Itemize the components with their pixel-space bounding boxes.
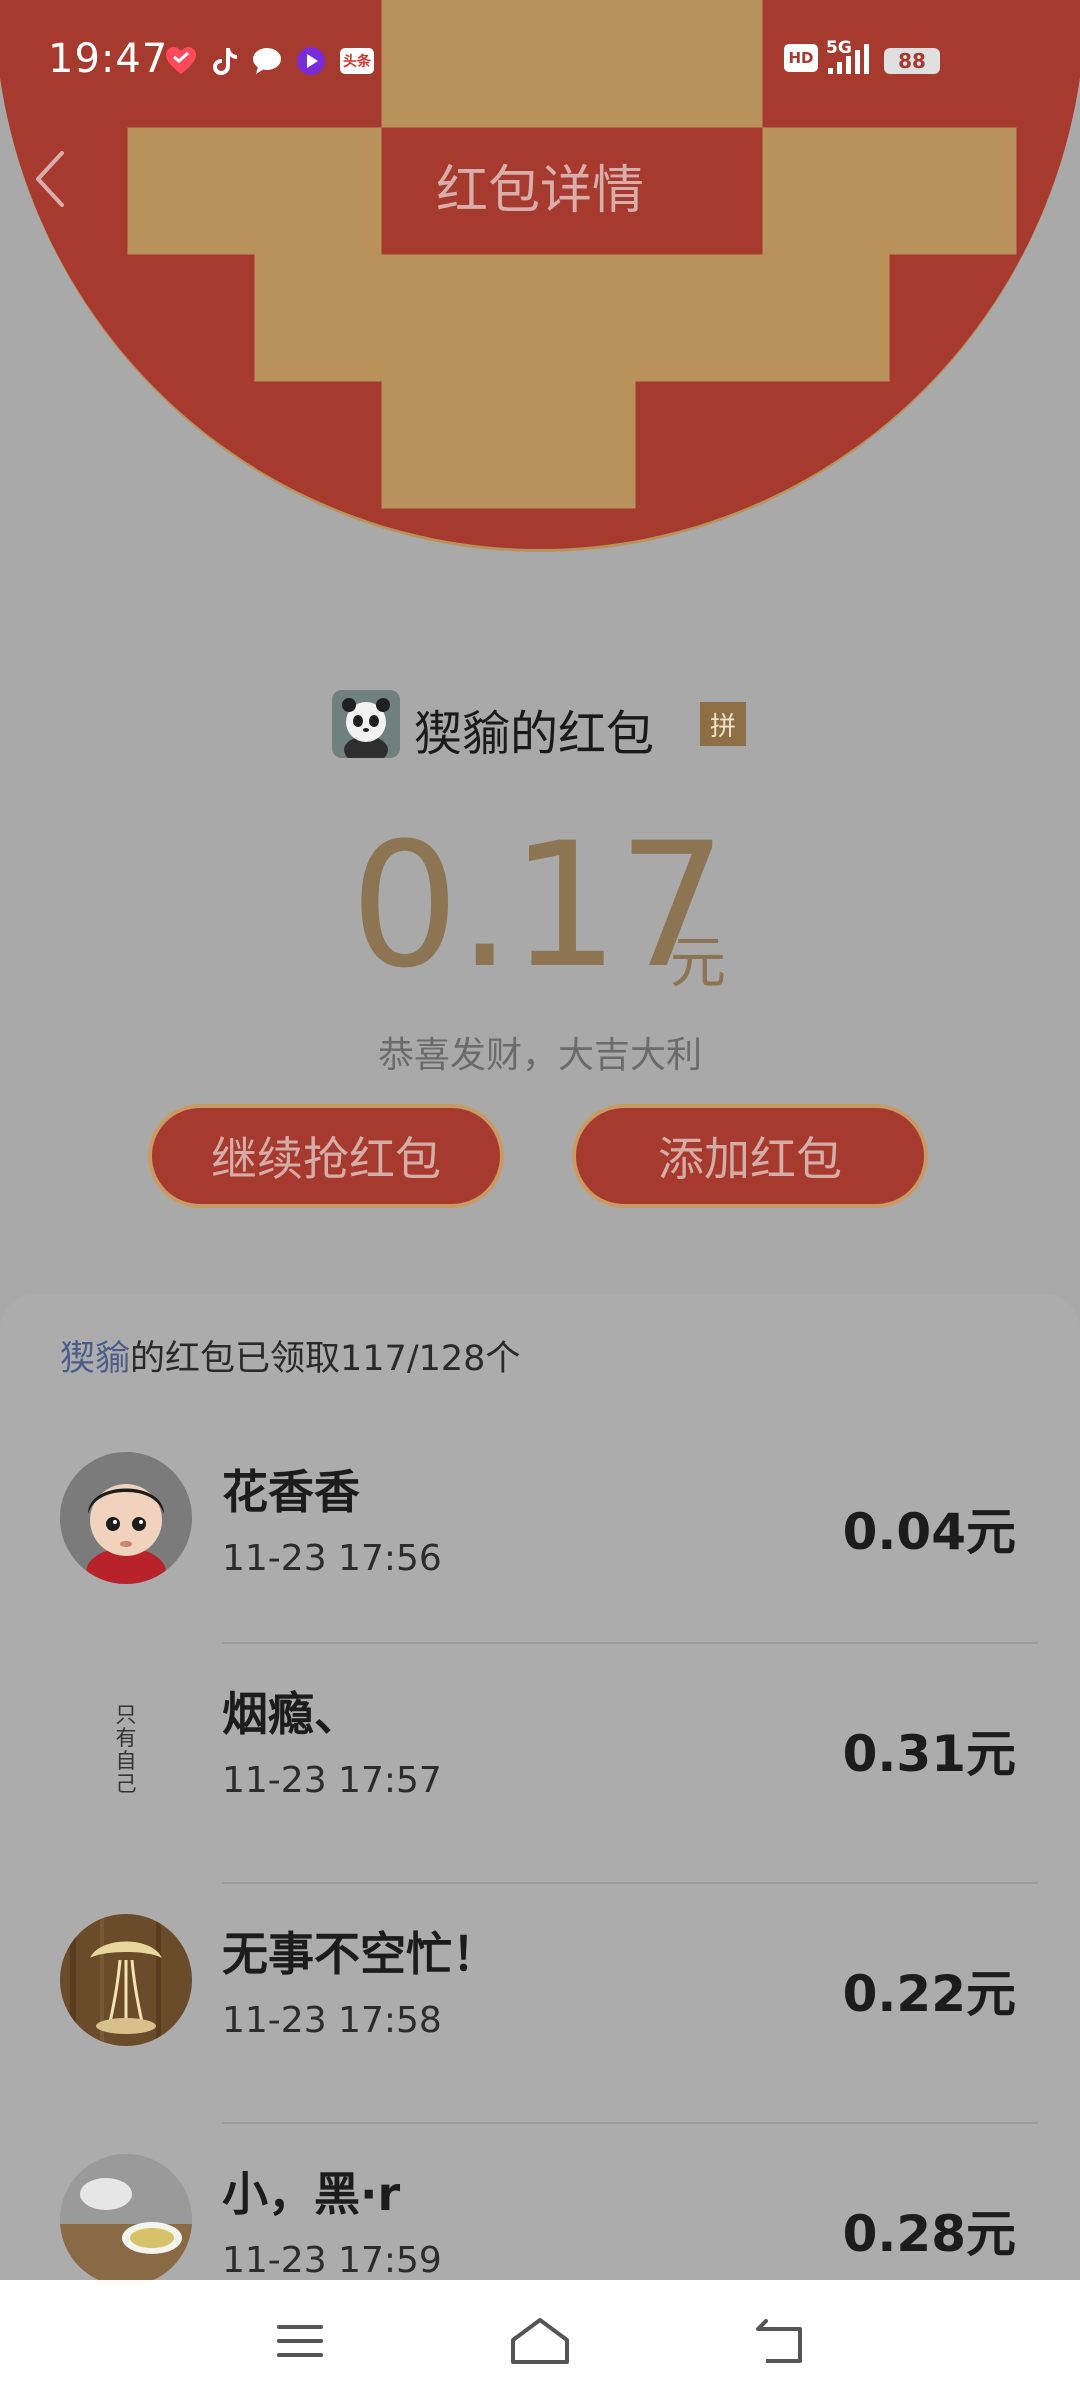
toutiao-icon: 头条 (340, 48, 374, 74)
signal-icon: 5G (826, 38, 876, 76)
calligraphy-avatar: 只有自己 (60, 1674, 192, 1806)
row-divider (222, 1882, 1038, 1884)
record-amount: 0.31元 (842, 1725, 1016, 1783)
records-summary: 猰貐的红包已领取117/128个 (60, 1330, 520, 1381)
record-time: 11-23 17:58 (222, 2000, 442, 2041)
record-time: 11-23 17:59 (222, 2240, 442, 2281)
status-time: 19:47 (48, 36, 169, 82)
amount-unit: 元 (670, 931, 726, 996)
menu-icon (277, 2325, 323, 2357)
record-row[interactable]: 只有自己 烟瘾、 11-23 17:57 0.31元 (0, 1642, 1080, 1882)
battery-level: 88 (898, 49, 926, 73)
continue-grab-button[interactable]: 继续抢红包 (148, 1104, 504, 1208)
toutiao-icon-label: 头条 (343, 54, 371, 70)
add-red-packet-button[interactable]: 添加红包 (572, 1104, 928, 1208)
record-name: 烟瘾、 (222, 1687, 360, 1741)
tiktok-icon (210, 46, 240, 76)
record-time: 11-23 17:57 (222, 1760, 442, 1801)
hd-badge: HD (784, 44, 818, 72)
pin-badge: 拼 (700, 702, 746, 746)
records-summary-text: 的红包已领取117/128个 (130, 1339, 521, 1379)
record-row[interactable]: 无事不空忙！ 11-23 17:58 0.22元 (0, 1882, 1080, 2122)
heart-app-icon (166, 46, 196, 76)
back-arrow-icon (756, 2319, 802, 2363)
panda-avatar[interactable] (332, 690, 400, 758)
record-name: 无事不空忙！ (222, 1927, 498, 1981)
record-amount: 0.22元 (842, 1965, 1016, 2023)
back-key[interactable] (740, 2306, 820, 2376)
battery-icon: 88 (884, 48, 940, 74)
message-icon (252, 46, 282, 76)
calligraphy-text: 只有自己 (115, 1703, 137, 1796)
home-icon (511, 2318, 569, 2364)
blessing-text: 恭喜发财，大吉大利 (377, 1035, 702, 1076)
status-bar: 19:47 头条 HD 5G 88 (0, 0, 1080, 120)
menu-key[interactable] (260, 2306, 340, 2376)
record-amount: 0.28元 (842, 2205, 1016, 2263)
lamp-avatar (60, 1914, 192, 2046)
record-amount: 0.04元 (842, 1503, 1016, 1561)
record-name: 小，黑·r (222, 2167, 401, 2221)
cartoon-avatar (60, 1452, 192, 1584)
row-divider (222, 2122, 1038, 2124)
record-name: 花香香 (222, 1465, 360, 1519)
records-sender-link[interactable]: 猰貐 (60, 1339, 130, 1379)
video-app-icon (296, 46, 326, 76)
system-navigation-bar (0, 2280, 1080, 2408)
received-amount: 0.17 (350, 805, 727, 1006)
page-title: 红包详情 (435, 161, 644, 221)
tea-avatar (60, 2154, 192, 2286)
record-time: 11-23 17:56 (222, 1538, 442, 1579)
row-divider (222, 1642, 1038, 1644)
sender-name: 猰貐的红包 (414, 706, 655, 762)
sender-row: 猰貐的红包 拼 (0, 690, 1080, 762)
record-row[interactable]: 花香香 11-23 17:56 0.04元 (0, 1420, 1080, 1660)
home-key[interactable] (500, 2306, 580, 2376)
